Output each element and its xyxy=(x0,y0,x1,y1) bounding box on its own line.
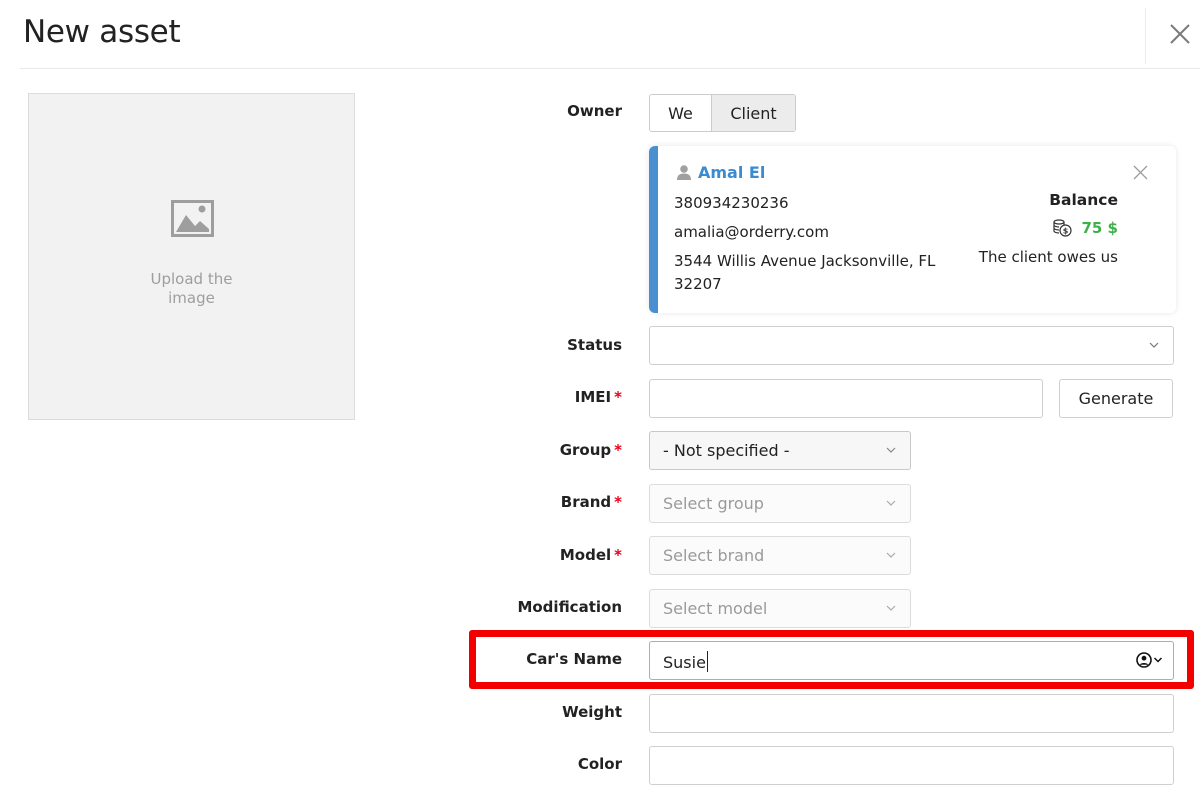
close-icon xyxy=(1133,165,1148,180)
autofill-button[interactable] xyxy=(1136,652,1163,668)
dialog-title: New asset xyxy=(23,14,181,50)
client-address-line1: 3544 Willis Avenue Jacksonville, FL xyxy=(674,252,936,270)
coins-icon: $ xyxy=(1053,219,1073,237)
client-phone: 380934230236 xyxy=(674,194,789,212)
balance-label: Balance xyxy=(1049,191,1118,209)
imei-input[interactable] xyxy=(649,379,1043,418)
group-label-text: Group xyxy=(559,441,612,459)
dialog-header: New asset xyxy=(0,0,1200,70)
chevron-down-icon xyxy=(1149,342,1159,348)
required-mark: * xyxy=(614,441,622,459)
upload-label-line1: Upload the xyxy=(150,270,233,288)
weight-label: Weight xyxy=(562,703,622,721)
required-mark: * xyxy=(614,388,622,406)
required-mark: * xyxy=(614,546,622,564)
model-select[interactable]: Select brand xyxy=(649,536,911,575)
cars-name-label: Car's Name xyxy=(526,650,622,668)
balance-amount: 75 $ xyxy=(1081,219,1118,237)
balance-note: The client owes us xyxy=(978,248,1118,266)
model-label: Model * xyxy=(560,546,622,564)
owner-option-we[interactable]: We xyxy=(650,95,712,131)
client-card: Amal El 380934230236 amalia@orderry.com … xyxy=(649,146,1176,313)
required-mark: * xyxy=(614,493,622,511)
header-divider-line xyxy=(20,68,1200,69)
user-icon xyxy=(677,165,691,180)
generate-imei-button[interactable]: Generate xyxy=(1059,379,1173,418)
client-card-accent xyxy=(649,146,658,313)
status-select[interactable] xyxy=(649,326,1174,365)
brand-label-text: Brand xyxy=(560,493,612,511)
modification-select[interactable]: Select model xyxy=(649,589,911,628)
client-email: amalia@orderry.com xyxy=(674,223,829,241)
group-label: Group * xyxy=(560,441,622,459)
brand-label: Brand * xyxy=(561,493,622,511)
balance-row: $ 75 $ xyxy=(1053,219,1118,237)
status-label: Status xyxy=(567,336,622,354)
image-upload-area[interactable]: Upload the image xyxy=(28,93,355,420)
close-button[interactable] xyxy=(1160,14,1200,54)
svg-text:$: $ xyxy=(1063,227,1069,236)
weight-input[interactable] xyxy=(649,694,1174,733)
model-label-text: Model xyxy=(559,546,612,564)
cars-name-value-wrap: Susie xyxy=(663,651,708,672)
cars-name-input[interactable]: Susie xyxy=(649,641,1174,680)
chevron-down-icon xyxy=(886,500,896,506)
client-name-link[interactable]: Amal El xyxy=(698,163,765,182)
image-placeholder-icon xyxy=(171,200,214,237)
color-label: Color xyxy=(577,755,622,773)
modification-label: Modification xyxy=(517,598,622,616)
chevron-down-icon xyxy=(1153,657,1163,663)
chevron-down-icon xyxy=(886,605,896,611)
chevron-down-icon xyxy=(886,447,896,453)
owner-label: Owner xyxy=(567,102,622,120)
close-icon xyxy=(1170,24,1190,44)
contact-autofill-icon xyxy=(1136,652,1152,668)
modification-placeholder: Select model xyxy=(663,599,768,618)
text-cursor xyxy=(706,651,708,672)
brand-select[interactable]: Select group xyxy=(649,484,911,523)
client-address-line2: 32207 xyxy=(674,275,722,293)
owner-toggle: We Client xyxy=(649,94,796,132)
imei-label: IMEI * xyxy=(575,388,622,406)
chevron-down-icon xyxy=(886,552,896,558)
header-divider xyxy=(1145,8,1146,64)
imei-label-text: IMEI xyxy=(574,388,612,406)
model-placeholder: Select brand xyxy=(663,546,765,565)
upload-label-line2: image xyxy=(168,289,215,307)
group-select[interactable]: - Not specified - xyxy=(649,431,911,470)
cars-name-value: Susie xyxy=(663,653,706,672)
brand-placeholder: Select group xyxy=(663,494,764,513)
group-value: - Not specified - xyxy=(663,441,790,460)
upload-label: Upload the image xyxy=(29,270,354,308)
owner-option-client[interactable]: Client xyxy=(712,95,795,131)
remove-client-button[interactable] xyxy=(1133,165,1151,183)
color-input[interactable] xyxy=(649,746,1174,785)
